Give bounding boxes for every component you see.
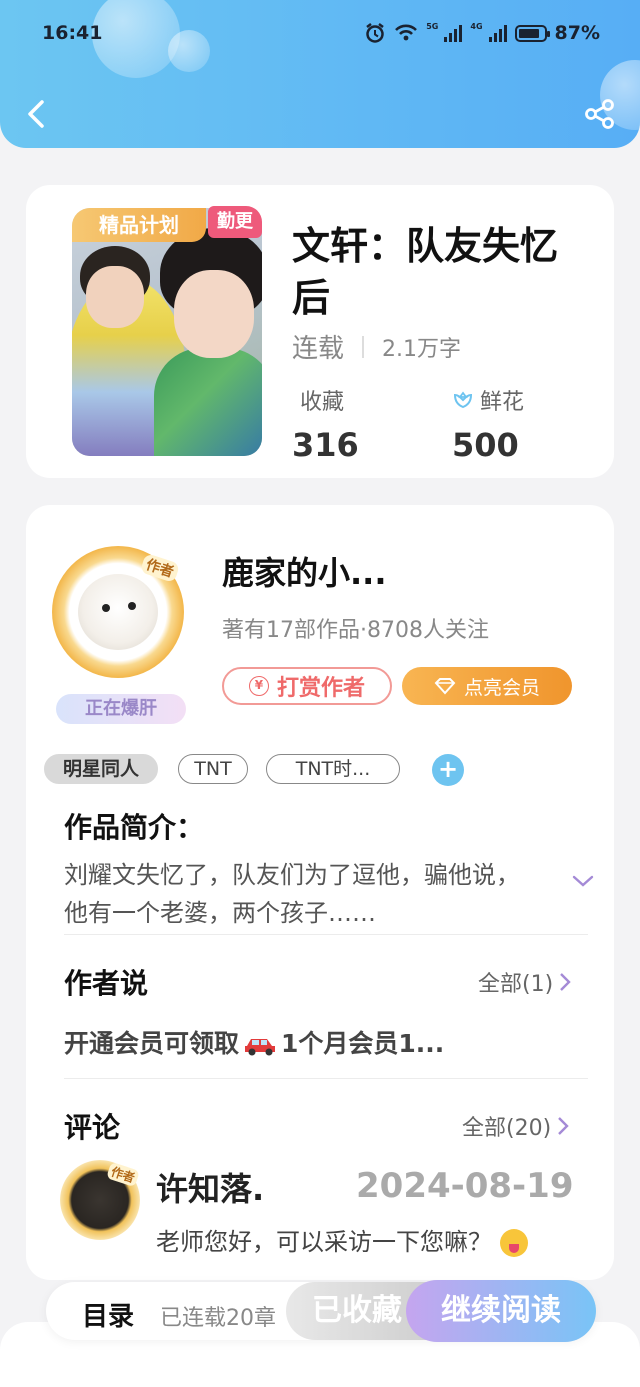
expand-chevron-icon[interactable]	[570, 872, 596, 890]
tag-chip[interactable]: 明星同人	[44, 754, 158, 784]
tip-author-button[interactable]: ¥ 打赏作者	[222, 667, 392, 705]
network-type-2: 4G	[470, 22, 483, 31]
add-tag-button[interactable]: +	[432, 754, 464, 786]
author-says-all-link[interactable]: 全部(1)	[478, 966, 571, 998]
divider	[362, 335, 365, 358]
yen-icon: ¥	[248, 676, 269, 696]
chevron-left-icon[interactable]	[22, 96, 50, 132]
flowers-count: 500	[452, 426, 519, 464]
tip-author-label: 打赏作者	[276, 676, 365, 701]
signal-icon	[444, 24, 463, 42]
share-icon[interactable]	[584, 98, 616, 130]
comments-all-label: 全部(20)	[462, 1116, 552, 1141]
flowers-label: 鲜花	[480, 390, 525, 415]
flowers-label-group[interactable]: 鲜花	[452, 384, 524, 416]
comments-all-link[interactable]: 全部(20)	[462, 1110, 569, 1142]
tag-chip[interactable]: TNT	[178, 754, 248, 784]
activate-vip-button[interactable]: 点亮会员	[402, 667, 572, 705]
tag-chip[interactable]: TNT时...	[266, 754, 400, 784]
activate-vip-label: 点亮会员	[463, 676, 540, 699]
word-count: 2.1万字	[382, 336, 462, 362]
diamond-icon	[434, 678, 456, 695]
divider	[64, 1078, 588, 1079]
author-says-text-a: 开通会员可领取	[64, 1029, 240, 1058]
status-bar: 16:41 5G 4G 87%	[42, 22, 600, 50]
book-title: 文轩：队友失忆后	[292, 224, 559, 320]
serial-status: 连载	[292, 334, 345, 364]
wifi-icon	[395, 24, 418, 41]
chevron-right-icon	[558, 1117, 569, 1135]
comment-date: 2024-08-19	[356, 1166, 574, 1206]
network-type-1: 5G	[426, 22, 439, 31]
chevron-right-icon	[560, 973, 571, 991]
car-emoji-icon	[245, 1039, 276, 1056]
intro-line: 刘耀文失忆了，队友们为了逗他，骗他说，	[64, 861, 520, 889]
commenter-avatar[interactable]: 作者	[60, 1160, 140, 1240]
intro-text[interactable]: 刘耀文失忆了，队友们为了逗他，骗他说， 他有一个老婆，两个孩子……	[64, 856, 564, 932]
status-time: 16:41	[42, 22, 103, 44]
frequent-update-badge: 勤更	[208, 206, 262, 238]
intro-title: 作品简介：	[64, 811, 205, 844]
battery-percent: 87%	[554, 22, 600, 44]
author-says-text[interactable]: 开通会员可领取 1个月会员1...	[64, 1024, 444, 1060]
book-status-line: 连载 2.1万字	[292, 328, 461, 365]
flower-icon	[453, 391, 473, 409]
writing-hard-badge: 正在爆肝	[56, 694, 186, 724]
comment-text-body: 老师您好，可以采访一下您嘛？	[156, 1228, 492, 1256]
commenter-name[interactable]: 许知落.	[156, 1164, 264, 1210]
author-avatar[interactable]: 作者	[52, 546, 184, 678]
divider	[64, 934, 588, 935]
book-cover-image[interactable]	[72, 208, 262, 456]
intro-line: 他有一个老婆，两个孩子……	[64, 899, 376, 927]
author-meta: 著有17部作品·8708人关注	[222, 618, 489, 643]
toc-button[interactable]: 目录	[82, 1296, 134, 1333]
author-says-text-b: 1个月会员1...	[281, 1029, 445, 1058]
author-name[interactable]: 鹿家的小...	[222, 548, 386, 594]
comment-text[interactable]: 老师您好，可以采访一下您嘛？	[156, 1222, 528, 1257]
serial-chapters: 已连载20章	[160, 1306, 276, 1331]
favorites-count: 316	[292, 426, 359, 464]
continue-reading-button[interactable]: 继续阅读	[406, 1280, 596, 1342]
author-says-title: 作者说	[64, 967, 149, 1000]
alarm-icon	[366, 23, 384, 43]
favorites-label: 收藏	[300, 390, 345, 415]
tongue-emoji-icon	[500, 1229, 528, 1257]
author-says-all-label: 全部(1)	[478, 972, 554, 997]
comments-title: 评论	[64, 1111, 121, 1144]
battery-icon	[514, 24, 550, 42]
signal-icon	[488, 24, 507, 42]
premium-plan-badge: 精品计划	[72, 208, 206, 242]
